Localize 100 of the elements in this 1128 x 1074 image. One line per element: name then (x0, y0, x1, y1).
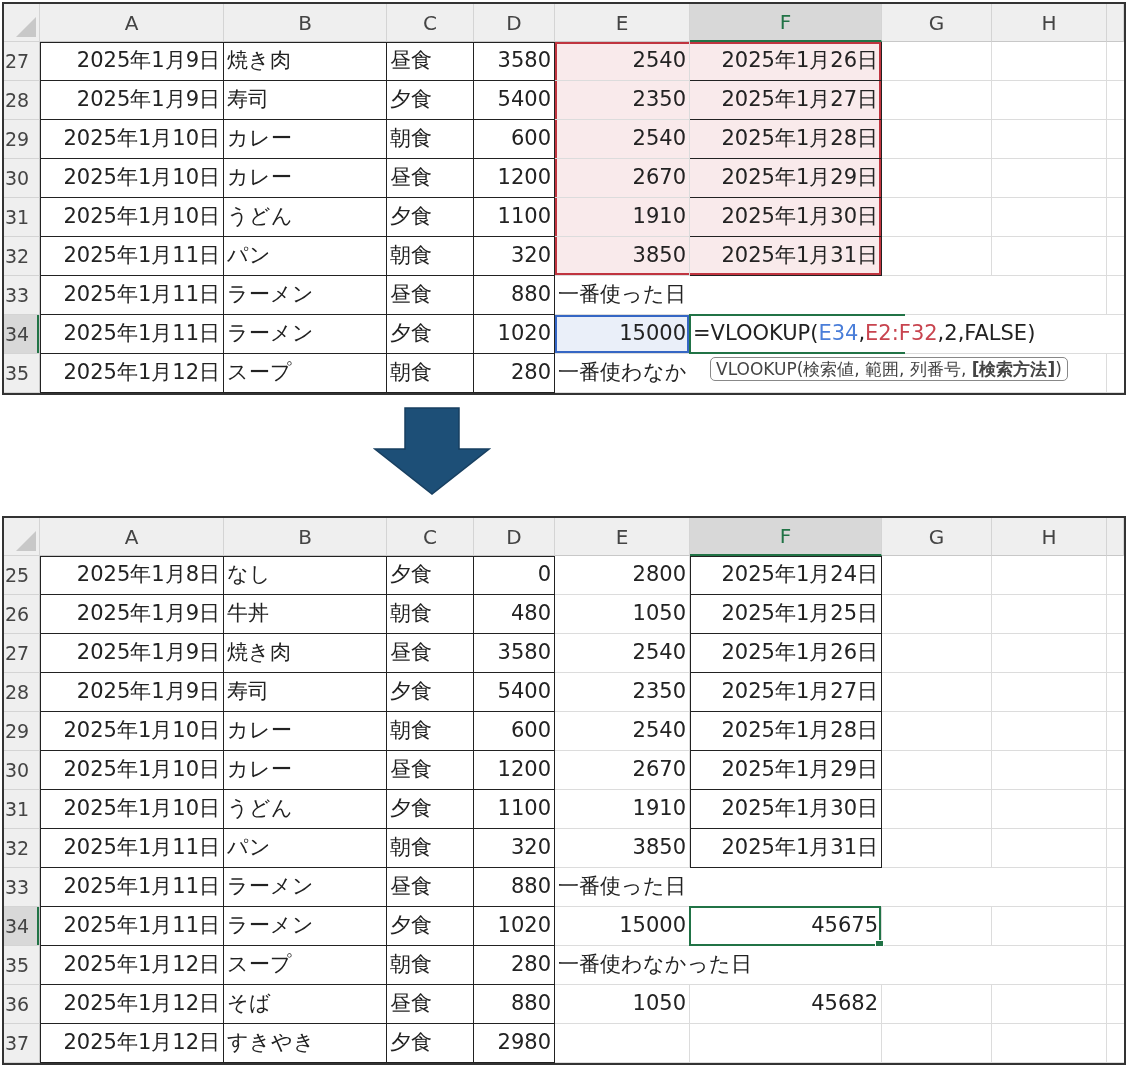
table-cell[interactable]: 2540 (555, 120, 690, 159)
row-header[interactable]: 30 (4, 751, 40, 790)
table-cell[interactable]: 2025年1月10日 (40, 159, 224, 198)
table-cell[interactable]: 2025年1月9日 (40, 634, 224, 673)
table-cell[interactable]: 600 (474, 120, 555, 159)
table-cell[interactable]: 朝食 (387, 946, 474, 985)
table-cell[interactable]: 朝食 (387, 595, 474, 634)
table-cell[interactable]: 2025年1月11日 (40, 829, 224, 868)
table-cell[interactable]: 2025年1月31日 (690, 829, 882, 868)
table-cell[interactable]: 夕食 (387, 1024, 474, 1063)
row-header[interactable]: 29 (4, 120, 40, 159)
table-cell[interactable]: スープ (224, 354, 387, 393)
row-header[interactable]: 26 (4, 595, 40, 634)
table-cell[interactable]: 2025年1月31日 (690, 237, 882, 276)
row-header[interactable]: 28 (4, 673, 40, 712)
table-cell[interactable]: 2025年1月30日 (690, 198, 882, 237)
table-cell[interactable]: 寿司 (224, 673, 387, 712)
table-cell[interactable]: 1200 (474, 159, 555, 198)
table-cell[interactable]: カレー (224, 120, 387, 159)
table-cell[interactable]: 昼食 (387, 751, 474, 790)
table-cell[interactable]: 2025年1月11日 (40, 276, 224, 315)
table-cell[interactable]: 2025年1月12日 (40, 985, 224, 1024)
table-cell[interactable]: ラーメン (224, 276, 387, 315)
table-cell[interactable]: 朝食 (387, 712, 474, 751)
table-cell[interactable]: 夕食 (387, 556, 474, 595)
table-cell[interactable]: 夕食 (387, 315, 474, 354)
column-header[interactable]: D (474, 4, 555, 42)
table-cell[interactable]: 3850 (555, 237, 690, 276)
table-cell[interactable]: 45675 (690, 907, 882, 946)
table-cell[interactable]: 2025年1月29日 (690, 751, 882, 790)
table-cell[interactable]: 3580 (474, 42, 555, 81)
table-cell[interactable]: 1020 (474, 907, 555, 946)
table-cell[interactable]: 2025年1月12日 (40, 946, 224, 985)
table-cell[interactable]: 夕食 (387, 907, 474, 946)
table-cell[interactable]: なし (224, 556, 387, 595)
table-cell[interactable]: 2025年1月9日 (40, 81, 224, 120)
table-cell[interactable]: スープ (224, 946, 387, 985)
table-cell[interactable]: 寿司 (224, 81, 387, 120)
table-cell[interactable]: 2025年1月12日 (40, 1024, 224, 1063)
table-cell[interactable]: 600 (474, 712, 555, 751)
table-cell[interactable]: 280 (474, 354, 555, 393)
column-header[interactable] (1107, 518, 1124, 556)
table-cell[interactable]: うどん (224, 198, 387, 237)
row-header[interactable]: 34 (4, 907, 40, 946)
table-cell[interactable]: 2980 (474, 1024, 555, 1063)
select-all-button[interactable] (4, 4, 40, 42)
table-cell[interactable]: パン (224, 237, 387, 276)
column-header[interactable]: C (387, 518, 474, 556)
table-cell[interactable]: 2025年1月28日 (690, 120, 882, 159)
select-all-button[interactable] (4, 518, 40, 556)
table-cell[interactable]: 2540 (555, 42, 690, 81)
column-header[interactable]: B (224, 518, 387, 556)
table-cell[interactable]: カレー (224, 159, 387, 198)
column-header[interactable]: E (555, 4, 690, 42)
table-cell[interactable]: 昼食 (387, 868, 474, 907)
table-cell[interactable]: 朝食 (387, 120, 474, 159)
row-header[interactable]: 31 (4, 198, 40, 237)
table-cell[interactable]: 480 (474, 595, 555, 634)
table-cell[interactable]: 2025年1月11日 (40, 868, 224, 907)
table-cell[interactable]: ラーメン (224, 315, 387, 354)
table-cell[interactable]: 夕食 (387, 673, 474, 712)
table-cell[interactable]: 1910 (555, 198, 690, 237)
table-cell[interactable]: カレー (224, 712, 387, 751)
table-cell[interactable]: 5400 (474, 81, 555, 120)
row-header[interactable]: 31 (4, 790, 40, 829)
column-header[interactable]: B (224, 4, 387, 42)
table-cell[interactable]: 昼食 (387, 42, 474, 81)
table-cell[interactable]: 2025年1月27日 (690, 673, 882, 712)
row-header[interactable]: 30 (4, 159, 40, 198)
table-cell[interactable]: 2025年1月12日 (40, 354, 224, 393)
table-cell[interactable]: 0 (474, 556, 555, 595)
row-header[interactable]: 32 (4, 237, 40, 276)
row-header[interactable]: 27 (4, 42, 40, 81)
table-cell[interactable]: 5400 (474, 673, 555, 712)
row-header[interactable]: 34 (4, 315, 40, 354)
table-cell[interactable]: 1100 (474, 198, 555, 237)
table-cell[interactable]: 320 (474, 829, 555, 868)
table-cell[interactable]: 朝食 (387, 354, 474, 393)
table-cell[interactable]: 昼食 (387, 634, 474, 673)
column-header[interactable]: F (690, 518, 882, 556)
column-header[interactable]: G (882, 4, 992, 42)
table-cell[interactable]: 2025年1月29日 (690, 159, 882, 198)
table-cell[interactable]: 2025年1月11日 (40, 907, 224, 946)
table-cell[interactable]: ラーメン (224, 907, 387, 946)
table-cell[interactable]: 880 (474, 868, 555, 907)
row-header[interactable]: 33 (4, 276, 40, 315)
table-cell[interactable]: 朝食 (387, 829, 474, 868)
table-cell[interactable]: 2025年1月11日 (40, 315, 224, 354)
row-header[interactable]: 35 (4, 946, 40, 985)
table-cell[interactable]: 2025年1月8日 (40, 556, 224, 595)
column-header[interactable]: A (40, 4, 224, 42)
table-cell[interactable]: 夕食 (387, 198, 474, 237)
table-cell[interactable]: 昼食 (387, 159, 474, 198)
column-header[interactable]: E (555, 518, 690, 556)
table-cell[interactable]: 2025年1月26日 (690, 634, 882, 673)
table-cell[interactable]: 牛丼 (224, 595, 387, 634)
table-cell[interactable]: 昼食 (387, 985, 474, 1024)
table-cell[interactable]: 320 (474, 237, 555, 276)
table-cell[interactable]: 2025年1月10日 (40, 751, 224, 790)
table-cell[interactable]: そば (224, 985, 387, 1024)
